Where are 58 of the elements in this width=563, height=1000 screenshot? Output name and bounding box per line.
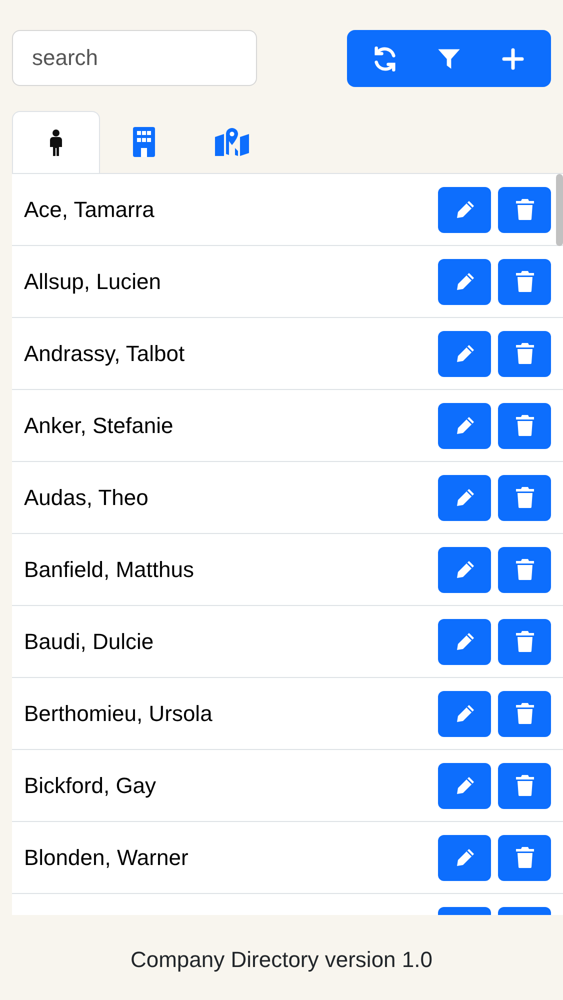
pencil-icon <box>454 488 474 508</box>
edit-button[interactable] <box>438 402 491 448</box>
trash-icon <box>516 343 534 364</box>
search-field[interactable]: search <box>12 30 257 86</box>
footer-text: Company Directory version 1.0 <box>130 946 432 974</box>
edit-button[interactable] <box>438 762 491 808</box>
edit-button[interactable] <box>438 834 491 880</box>
pencil-icon <box>454 344 474 364</box>
edit-button[interactable] <box>438 474 491 520</box>
trash-icon <box>516 559 534 580</box>
delete-button[interactable] <box>498 834 551 880</box>
edit-button[interactable] <box>438 186 491 232</box>
building-icon <box>133 127 155 157</box>
pencil-icon <box>454 200 474 220</box>
edit-button[interactable] <box>438 258 491 304</box>
delete-button[interactable] <box>498 186 551 232</box>
person-tab[interactable] <box>12 111 100 174</box>
contact-name: Baudi, Dulcie <box>24 628 155 656</box>
contact-name: Berthomieu, Ursola <box>24 700 214 728</box>
trash-icon <box>516 487 534 508</box>
contact-name: Audas, Theo <box>24 484 150 512</box>
delete-button[interactable] <box>498 330 551 376</box>
trash-icon <box>516 775 534 796</box>
contact-name: Anker, Stefanie <box>24 412 174 440</box>
pencil-icon <box>454 272 474 292</box>
delete-button[interactable] <box>498 690 551 736</box>
delete-button[interactable] <box>498 402 551 448</box>
edit-button[interactable] <box>438 690 491 736</box>
pencil-icon <box>454 848 474 868</box>
contact-name: Bickford, Gay <box>24 772 158 800</box>
refresh-icon <box>372 46 398 72</box>
contact-name: Allsup, Lucien <box>24 268 162 296</box>
trash-icon <box>516 271 534 292</box>
edit-button[interactable] <box>438 546 491 592</box>
trash-icon <box>516 703 534 724</box>
pencil-icon <box>454 704 474 724</box>
pencil-icon <box>454 776 474 796</box>
trash-icon <box>516 631 534 652</box>
edit-button[interactable] <box>438 618 491 664</box>
delete-button[interactable] <box>498 474 551 520</box>
pencil-icon <box>454 632 474 652</box>
delete-button[interactable] <box>498 618 551 664</box>
scrollbar[interactable] <box>556 174 563 246</box>
delete-button[interactable] <box>498 762 551 808</box>
trash-icon <box>516 199 534 220</box>
contact-name: Ace, Tamarra <box>24 196 156 224</box>
contact-name: Andrassy, Talbot <box>24 340 186 368</box>
trash-icon <box>516 847 534 868</box>
contact-name: Blonden, Warner <box>24 844 190 872</box>
pencil-icon <box>454 416 474 436</box>
delete-button[interactable] <box>498 546 551 592</box>
contact-name: Banfield, Matthus <box>24 556 195 584</box>
edit-button[interactable] <box>438 330 491 376</box>
pencil-icon <box>454 560 474 580</box>
plus-icon <box>501 46 525 70</box>
map-icon <box>215 128 249 156</box>
delete-button[interactable] <box>498 258 551 304</box>
trash-icon <box>516 415 534 436</box>
